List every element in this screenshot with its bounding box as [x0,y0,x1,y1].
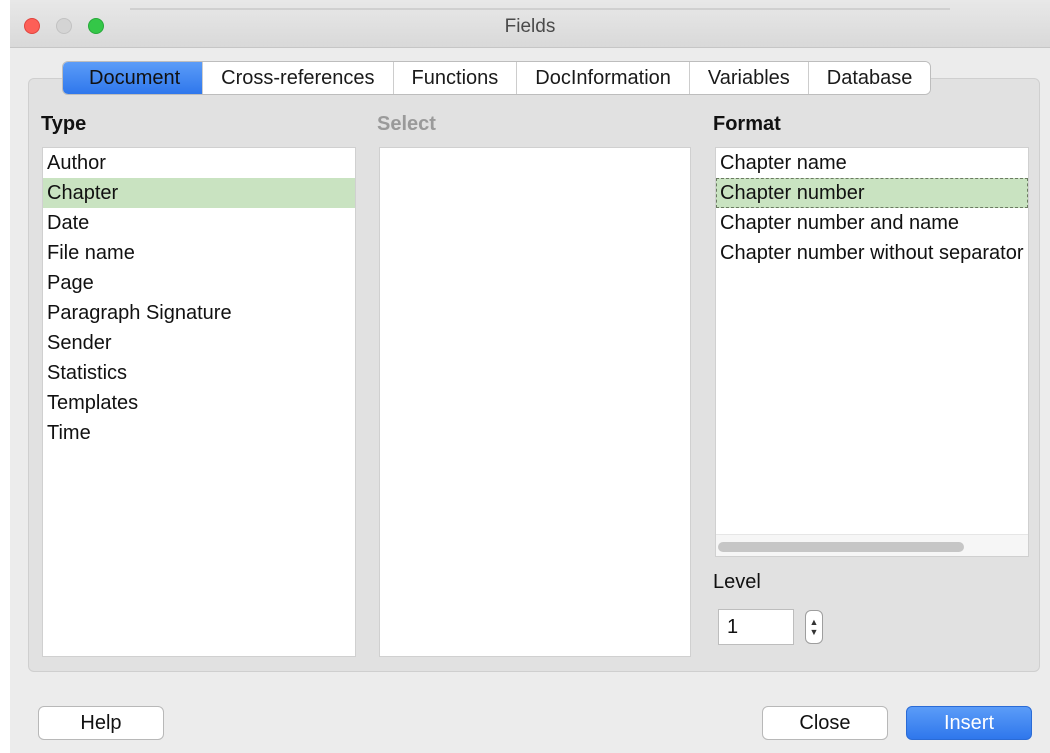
format-list-item[interactable]: Chapter name [716,148,1028,178]
title-bar: Fields [10,0,1050,48]
level-input[interactable]: 1 [718,609,794,645]
select-label: Select [377,113,436,135]
tab-bar: Document Cross-references Functions DocInfo… [62,61,932,95]
tab-cross-references[interactable]: Cross-references [203,62,394,94]
select-list[interactable] [379,147,691,657]
format-list-scrollbar-thumb[interactable] [718,542,964,552]
insert-button[interactable]: Insert [906,706,1032,740]
fields-panel: Type Author Chapter Date File name Page Parag… [28,78,1040,672]
chevron-up-icon[interactable]: ▲ [810,617,819,627]
format-list-scrollbar-track[interactable] [716,534,1028,556]
type-list-item[interactable]: Page [43,268,355,298]
type-list-item[interactable]: File name [43,238,355,268]
title-bar-divider [130,8,950,10]
type-label: Type [41,113,87,135]
tab-database[interactable]: Database [808,62,931,94]
background-window-edge [0,0,10,753]
tab-document[interactable]: Document [63,62,204,94]
type-list-item[interactable]: Author [43,148,355,178]
format-list-item[interactable]: Chapter number without separator [716,238,1028,268]
window-title: Fields [504,16,556,37]
chevron-down-icon[interactable]: ▼ [810,627,819,637]
format-list-item[interactable]: Chapter number and name [716,208,1028,238]
type-list-item[interactable]: Chapter [43,178,355,208]
format-list-item[interactable]: Chapter number [716,178,1028,208]
format-label: Format [713,113,781,135]
tab-docinformation[interactable]: DocInformation [517,62,690,94]
fields-dialog: Fields Type Author Chapter Date File name Pa… [10,0,1050,753]
level-stepper[interactable]: ▲ ▼ [805,610,823,644]
tab-variables[interactable]: Variables [689,62,809,94]
help-button[interactable]: Help [38,706,164,740]
type-list-item[interactable]: Date [43,208,355,238]
close-button[interactable]: Close [762,706,888,740]
type-list[interactable]: Author Chapter Date File name Page Paragraph … [42,147,356,657]
type-list-item[interactable]: Templates [43,388,355,418]
type-list-item[interactable]: Paragraph Signature [43,298,355,328]
tab-functions[interactable]: Functions [393,62,518,94]
level-label: Level [713,571,761,593]
type-list-item[interactable]: Time [43,418,355,448]
format-list[interactable]: Chapter name Chapter number Chapter number… [715,147,1029,557]
type-list-item[interactable]: Statistics [43,358,355,388]
type-list-item[interactable]: Sender [43,328,355,358]
